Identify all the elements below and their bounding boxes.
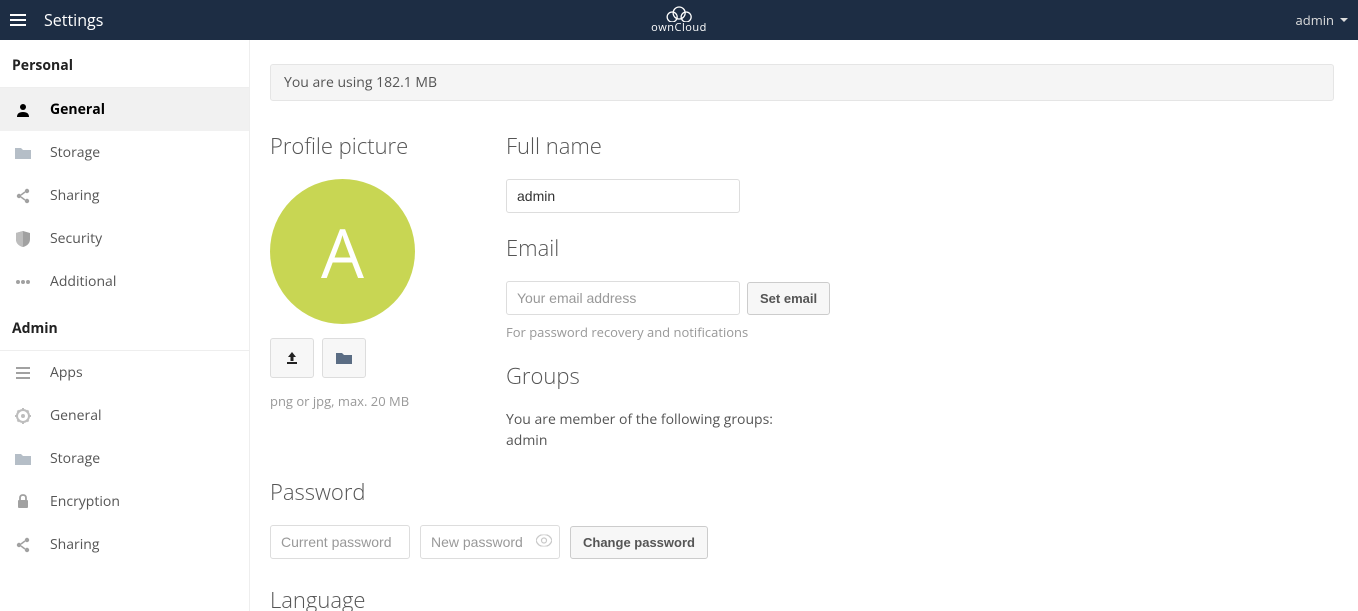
- quota-usage-bar: You are using 182.1 MB: [270, 64, 1334, 101]
- sidebar-item-additional[interactable]: Additional: [0, 260, 249, 303]
- avatar-hint: png or jpg, max. 20 MB: [270, 392, 450, 410]
- sidebar: Personal General Storage Sharing Securit…: [0, 40, 250, 611]
- profile-picture-heading: Profile picture: [270, 131, 450, 161]
- sidebar-heading-personal: Personal: [0, 40, 249, 88]
- email-input[interactable]: [506, 281, 740, 315]
- lock-icon: [14, 493, 32, 511]
- sidebar-item-label: Sharing: [50, 535, 100, 554]
- menu-toggle-icon[interactable]: [10, 10, 30, 30]
- shield-icon: [14, 230, 32, 248]
- owncloud-logo[interactable]: ownCloud: [651, 6, 707, 35]
- sidebar-item-sharing[interactable]: Sharing: [0, 174, 249, 217]
- groups-heading: Groups: [506, 361, 830, 391]
- sidebar-item-general[interactable]: General: [0, 88, 249, 131]
- user-menu[interactable]: admin: [1296, 11, 1348, 29]
- sidebar-item-label: Additional: [50, 272, 116, 291]
- sidebar-item-storage[interactable]: Storage: [0, 131, 249, 174]
- sidebar-item-label: Security: [50, 229, 102, 248]
- upload-avatar-button[interactable]: [270, 338, 314, 378]
- dots-icon: [14, 273, 32, 291]
- show-password-icon[interactable]: [536, 533, 552, 552]
- sidebar-item-label: Encryption: [50, 492, 120, 511]
- folder-icon: [14, 450, 32, 468]
- main-content: You are using 182.1 MB Profile picture A…: [250, 40, 1358, 611]
- groups-intro: You are member of the following groups:: [506, 409, 830, 430]
- sidebar-item-admin-general[interactable]: General: [0, 394, 249, 437]
- sidebar-item-label: General: [50, 100, 105, 119]
- sidebar-item-label: General: [50, 406, 102, 425]
- sidebar-item-security[interactable]: Security: [0, 217, 249, 260]
- fullname-heading: Full name: [506, 131, 830, 161]
- password-heading: Password: [270, 477, 1334, 507]
- user-menu-label: admin: [1296, 11, 1334, 29]
- page-title: Settings: [44, 9, 103, 31]
- chevron-down-icon: [1340, 18, 1348, 22]
- sidebar-item-label: Storage: [50, 143, 100, 162]
- folder-icon: [336, 351, 352, 365]
- sidebar-item-apps[interactable]: Apps: [0, 351, 249, 394]
- sidebar-item-admin-storage[interactable]: Storage: [0, 437, 249, 480]
- menu-icon: [14, 364, 32, 382]
- user-icon: [14, 101, 32, 119]
- top-header: Settings ownCloud admin: [0, 0, 1358, 40]
- upload-icon: [284, 350, 300, 366]
- folder-icon: [14, 144, 32, 162]
- avatar: A: [270, 179, 415, 324]
- language-heading: Language: [270, 585, 1334, 611]
- fullname-input[interactable]: [506, 179, 740, 213]
- select-avatar-button[interactable]: [322, 338, 366, 378]
- groups-list: admin: [506, 430, 830, 451]
- share-icon: [14, 187, 32, 205]
- sidebar-item-label: Apps: [50, 363, 83, 382]
- sidebar-heading-admin: Admin: [0, 303, 249, 351]
- sidebar-item-admin-sharing[interactable]: Sharing: [0, 523, 249, 566]
- email-heading: Email: [506, 233, 830, 263]
- sidebar-item-label: Sharing: [50, 186, 100, 205]
- sidebar-item-encryption[interactable]: Encryption: [0, 480, 249, 523]
- current-password-input[interactable]: [270, 525, 410, 559]
- sidebar-item-label: Storage: [50, 449, 100, 468]
- share-icon: [14, 536, 32, 554]
- logo-text: ownCloud: [651, 20, 707, 35]
- email-hint: For password recovery and notifications: [506, 323, 830, 341]
- gear-icon: [14, 407, 32, 425]
- change-password-button[interactable]: Change password: [570, 526, 708, 559]
- set-email-button[interactable]: Set email: [747, 282, 830, 315]
